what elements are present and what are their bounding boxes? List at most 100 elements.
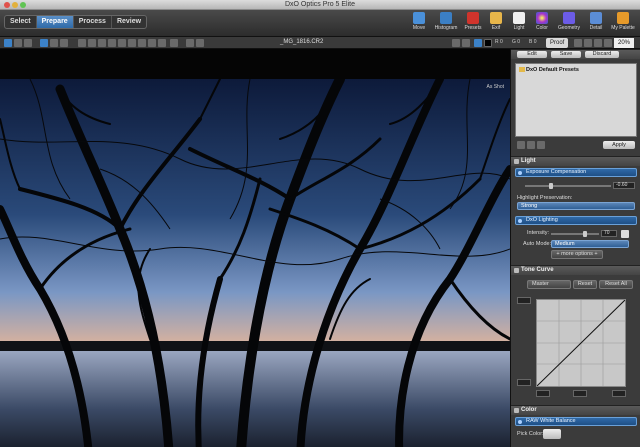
overlay-toggle-icon[interactable] <box>170 39 178 47</box>
zoom-level-field[interactable]: 20% <box>614 38 634 48</box>
intensity-label: Intensity: <box>527 230 550 236</box>
save-preset-button[interactable]: Save <box>551 51 581 58</box>
tone-curve-title: Tone Curve <box>521 267 554 273</box>
palette-light[interactable]: Light <box>508 11 530 36</box>
intensity-slider[interactable] <box>551 233 599 235</box>
single-view-icon[interactable] <box>4 39 12 47</box>
image-viewer[interactable]: As Shot <box>0 49 510 447</box>
highlight-preservation-label: Highlight Preservation: <box>517 195 573 201</box>
presets-panel-header[interactable]: Edit Save Discard <box>511 49 640 59</box>
folder-icon <box>519 67 525 72</box>
zoom-in-icon[interactable] <box>604 39 612 47</box>
crop-tool-icon[interactable] <box>78 39 86 47</box>
folder-action-icon[interactable] <box>527 141 535 149</box>
curve-input-max-field[interactable] <box>612 390 626 397</box>
more-options-button[interactable]: + more options + <box>551 250 603 259</box>
exposure-slider[interactable] <box>525 185 611 187</box>
palette-label: My Palette <box>611 25 635 31</box>
horizon-tool-icon[interactable] <box>88 39 96 47</box>
window-title: DxO Optics Pro 5 Elite <box>284 1 356 8</box>
lighting-checkbox[interactable] <box>621 230 629 238</box>
zoom-tool-icon[interactable] <box>60 39 68 47</box>
palette-presets[interactable]: Presets <box>462 11 484 36</box>
reset-curve-button[interactable]: Reset <box>573 280 597 289</box>
move-icon <box>413 12 425 24</box>
apply-preset-button[interactable]: Apply <box>603 141 635 149</box>
edit-preset-button[interactable]: Edit <box>517 51 547 58</box>
geometry-icon <box>563 12 575 24</box>
pick-color-eyedropper-button[interactable] <box>543 429 561 439</box>
intensity-value-field[interactable]: 70 <box>601 230 617 237</box>
mode-review[interactable]: Review <box>112 16 146 28</box>
hand-tool-icon[interactable] <box>50 39 58 47</box>
split-view-icon[interactable] <box>14 39 22 47</box>
curve-gamma-field[interactable] <box>573 390 587 397</box>
eyedropper-icon[interactable] <box>138 39 146 47</box>
highlight-preservation-select[interactable]: Strong <box>517 202 635 210</box>
preset-options-icon[interactable] <box>537 141 545 149</box>
compare-view-icon[interactable] <box>24 39 32 47</box>
auto-mode-label: Auto Mode: <box>523 241 552 247</box>
exposure-value-field[interactable]: -0.60 <box>613 182 635 189</box>
exposure-slider-thumb[interactable] <box>549 183 553 189</box>
image-toolbar: _MG_1816.CR2 R 0 G 0 B 0 Proof 20% <box>0 37 640 49</box>
shadow-clipping-icon[interactable] <box>462 39 470 47</box>
enable-dot-icon <box>518 420 522 424</box>
green-readout: G 0 <box>512 39 521 45</box>
palette-label: Move <box>412 25 426 31</box>
palette-label: Exif <box>491 25 501 31</box>
palette-color[interactable]: Color <box>531 11 553 36</box>
mode-select[interactable]: Select <box>5 16 37 28</box>
channel-select[interactable]: Master <box>527 280 571 289</box>
rotate-left-icon[interactable] <box>108 39 116 47</box>
palette-my-palette[interactable]: My Palette <box>608 11 638 36</box>
color-icon <box>536 12 548 24</box>
tone-curve-graph[interactable] <box>536 299 626 387</box>
palette-geometry[interactable]: Geometry <box>554 11 584 36</box>
preset-folder-item[interactable]: DxO Default Presets <box>526 67 579 73</box>
actual-size-icon[interactable] <box>584 39 592 47</box>
light-bulb-icon <box>514 159 519 164</box>
curve-output-min-field[interactable] <box>517 379 531 386</box>
fit-to-screen-icon[interactable] <box>574 39 582 47</box>
exposure-title: Exposure Compensation <box>526 169 587 175</box>
grid-icon[interactable] <box>148 39 156 47</box>
white-balance-picker-icon[interactable] <box>128 39 136 47</box>
rgb-picker-icon[interactable] <box>474 39 482 47</box>
palette-detail[interactable]: Detail <box>585 11 607 36</box>
add-preset-icon[interactable] <box>517 141 525 149</box>
previous-image-icon[interactable] <box>186 39 194 47</box>
color-panel-header[interactable]: Color <box>511 405 640 415</box>
white-balance-subpanel-header[interactable]: RAW White Balance <box>515 417 637 426</box>
color-icon <box>514 408 519 413</box>
zoom-out-icon[interactable] <box>594 39 602 47</box>
palette-histogram[interactable]: Histogram <box>431 11 461 36</box>
select-tool-icon[interactable] <box>40 39 48 47</box>
preset-list[interactable]: DxO Default Presets <box>515 63 637 137</box>
intensity-slider-thumb[interactable] <box>583 231 587 237</box>
next-image-icon[interactable] <box>196 39 204 47</box>
mode-prepare[interactable]: Prepare <box>36 16 74 28</box>
reset-all-curves-button[interactable]: Reset All <box>599 280 633 289</box>
curve-output-max-field[interactable] <box>517 297 531 304</box>
proof-button[interactable]: Proof <box>546 38 569 48</box>
rotate-right-icon[interactable] <box>118 39 126 47</box>
exposure-subpanel-header[interactable]: Exposure Compensation <box>515 168 637 177</box>
dxo-lighting-subpanel-header[interactable]: DxO Lighting <box>515 216 637 225</box>
palette-move[interactable]: Move <box>408 11 430 36</box>
highlight-clipping-icon[interactable] <box>452 39 460 47</box>
main-toolbar: Select Prepare Process Review Move Histo… <box>0 10 640 37</box>
perspective-tool-icon[interactable] <box>98 39 106 47</box>
palette-exif[interactable]: Exif <box>485 11 507 36</box>
red-readout: R 0 <box>495 39 503 45</box>
my-palette-icon <box>617 12 629 24</box>
mode-process[interactable]: Process <box>74 16 112 28</box>
tone-curve-subpanel-header[interactable]: Tone Curve <box>511 265 640 275</box>
curve-graph-icon <box>536 299 626 387</box>
discard-preset-button[interactable]: Discard <box>585 51 619 58</box>
auto-mode-select[interactable]: Medium <box>551 240 629 248</box>
enable-dot-icon <box>518 171 522 175</box>
curve-input-min-field[interactable] <box>536 390 550 397</box>
brush-icon[interactable] <box>158 39 166 47</box>
light-panel-header[interactable]: Light <box>511 156 640 166</box>
